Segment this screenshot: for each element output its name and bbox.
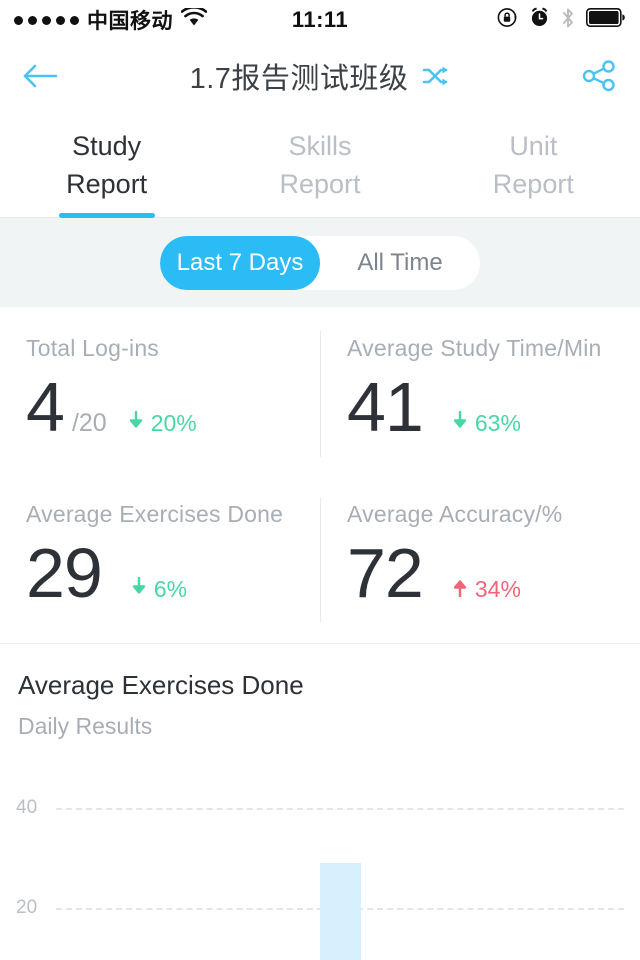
stat-card-average-exercises-done-value: 29 [26, 534, 103, 612]
navigation-bar: 1.7报告测试班级 [0, 40, 640, 112]
alarm-clock-icon [529, 7, 550, 33]
time-range-bar: Last 7 Days All Time [0, 218, 640, 307]
tab-skills-report-line1: Skills [288, 130, 352, 161]
segment-all-time[interactable]: All Time [320, 236, 480, 290]
tab-study-report-line2: Report [66, 168, 148, 199]
stat-card-average-study-time-label: Average Study Time/Min [347, 335, 602, 361]
arrow-down-icon [132, 576, 146, 602]
report-tabs: Study Report Skills Report Unit Report [0, 112, 640, 218]
share-icon[interactable] [582, 59, 618, 93]
arrow-down-icon [453, 410, 467, 436]
chart-y-axis-label: 40 [16, 797, 38, 818]
stat-card-average-study-time-value: 41 [347, 368, 424, 446]
stat-card-average-exercises-done-delta: 6% [132, 576, 187, 603]
tab-unit-report-line1: Unit [509, 130, 558, 161]
stat-card-total-logins-delta: 20% [129, 410, 197, 437]
stat-row-1: Total Log-ins 4 /20 20% Average Study Ti… [0, 313, 640, 477]
app-screen: 中国移动 11:11 1.7报告测试班级 Study Report Skills… [0, 0, 640, 960]
bluetooth-icon [561, 7, 575, 34]
stat-card-average-accuracy-value-row: 72 34% [347, 536, 640, 610]
segment-last-7-days[interactable]: Last 7 Days [160, 235, 320, 290]
stat-card-average-accuracy-value: 72 [347, 534, 424, 612]
time-range-segmented-control: Last 7 Days All Time [160, 235, 480, 290]
stat-card-average-exercises-done[interactable]: Average Exercises Done 29 6% [0, 479, 319, 643]
rotation-lock-icon [497, 7, 518, 33]
stat-card-total-logins-delta-value: 20% [150, 410, 197, 436]
stat-card-average-accuracy-delta: 34% [453, 576, 521, 603]
arrow-up-icon [453, 577, 467, 602]
stat-card-average-accuracy-label: Average Accuracy/% [347, 501, 563, 527]
page-title: 1.7报告测试班级 [189, 63, 409, 95]
stat-card-average-exercises-done-delta-value: 6% [153, 576, 188, 602]
tab-unit-report-line2: Report [492, 168, 574, 199]
stat-card-average-accuracy[interactable]: Average Accuracy/% 72 34% [319, 479, 640, 643]
arrow-down-icon [129, 410, 143, 436]
tab-unit-report[interactable]: Unit Report [427, 112, 640, 217]
summary-stats: Total Log-ins 4 /20 20% Average Study Ti… [0, 307, 640, 643]
stat-card-average-study-time-value-row: 41 63% [347, 370, 640, 444]
chart-bar[interactable] [319, 863, 361, 960]
stat-card-total-logins-value: 4 [26, 368, 65, 446]
navigation-title-group: 1.7报告测试班级 [0, 55, 640, 97]
status-bar: 中国移动 11:11 [0, 0, 640, 40]
chart-gridline [56, 808, 624, 810]
stat-card-average-study-time-delta-value: 63% [474, 410, 521, 436]
tab-skills-report[interactable]: Skills Report [213, 112, 426, 217]
stat-card-average-exercises-done-label: Average Exercises Done [26, 501, 284, 527]
chart-title: Average Exercises Done [18, 670, 304, 700]
tab-study-report[interactable]: Study Report [0, 112, 213, 217]
stat-row-2: Average Exercises Done 29 6% Average Acc… [0, 479, 640, 643]
stat-card-total-logins-suffix: /20 [71, 409, 107, 437]
chart-plot-area: 20 40 [0, 768, 640, 960]
stat-card-total-logins-value-row: 4 /20 20% [26, 370, 319, 444]
stat-card-average-study-time[interactable]: Average Study Time/Min 41 63% [319, 313, 640, 477]
stat-card-total-logins[interactable]: Total Log-ins 4 /20 20% [0, 313, 319, 477]
stat-card-average-accuracy-delta-value: 34% [474, 576, 521, 602]
stat-card-total-logins-label: Total Log-ins [26, 335, 160, 361]
stat-card-average-study-time-delta: 63% [453, 410, 521, 437]
chart-subtitle: Daily Results [18, 713, 153, 739]
back-arrow-icon[interactable] [22, 61, 60, 91]
chart-section: Average Exercises Done Daily Results 20 4… [0, 643, 640, 960]
battery-icon [586, 8, 626, 32]
chart-y-axis-label: 20 [16, 897, 38, 918]
shuffle-icon[interactable] [422, 64, 450, 88]
stat-card-average-exercises-done-value-row: 29 6% [26, 536, 319, 610]
status-bar-right [497, 7, 626, 34]
tab-skills-report-line2: Report [279, 168, 361, 199]
tab-study-report-line1: Study [72, 130, 142, 161]
